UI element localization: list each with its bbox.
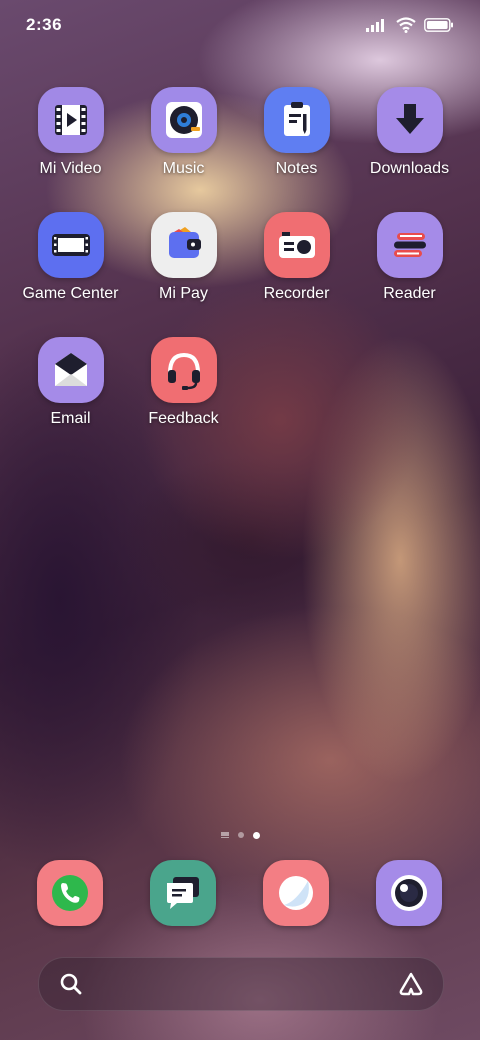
recorder-icon <box>264 212 330 278</box>
search-bar[interactable] <box>38 957 444 1011</box>
app-music[interactable]: Music <box>127 87 240 197</box>
assistant-icon[interactable] <box>397 971 425 997</box>
app-label: Reader <box>383 285 436 302</box>
dock-camera[interactable] <box>376 860 442 926</box>
search-icon <box>60 973 82 995</box>
wifi-icon <box>396 17 416 33</box>
app-downloads[interactable]: Downloads <box>353 87 466 197</box>
app-feedback[interactable]: Feedback <box>127 337 240 447</box>
messages-icon <box>167 877 199 909</box>
browser-icon <box>279 876 313 910</box>
app-label: Feedback <box>148 410 219 427</box>
dock-phone[interactable] <box>37 860 103 926</box>
app-recorder[interactable]: Recorder <box>240 212 353 322</box>
signal-icon <box>366 19 384 32</box>
battery-icon <box>424 18 453 32</box>
notes-icon <box>264 87 330 153</box>
dock-browser[interactable] <box>263 860 329 926</box>
app-reader[interactable]: Reader <box>353 212 466 322</box>
status-time: 2:36 <box>26 15 63 34</box>
page-dot-active <box>252 831 260 839</box>
email-icon <box>38 337 104 403</box>
feedback-icon <box>151 337 217 403</box>
mi-video-icon <box>38 87 104 153</box>
app-game-center[interactable]: Game Center <box>14 212 127 322</box>
status-bar: 2:36 <box>0 0 480 50</box>
app-list-indicator-icon <box>220 832 229 838</box>
mi-pay-icon <box>151 212 217 278</box>
page-indicator[interactable] <box>0 829 480 841</box>
page-dot <box>237 832 244 838</box>
app-notes[interactable]: Notes <box>240 87 353 197</box>
status-icons <box>366 15 454 35</box>
phone-icon <box>52 875 88 911</box>
reader-icon <box>377 212 443 278</box>
downloads-icon <box>377 87 443 153</box>
camera-icon <box>391 875 427 911</box>
game-center-icon <box>38 212 104 278</box>
app-mi-pay[interactable]: Mi Pay <box>127 212 240 322</box>
dock-messages[interactable] <box>150 860 216 926</box>
music-icon <box>151 87 217 153</box>
app-mi-video[interactable]: Mi Video <box>14 87 127 197</box>
app-label: Downloads <box>369 160 450 177</box>
app-email[interactable]: Email <box>14 337 127 447</box>
